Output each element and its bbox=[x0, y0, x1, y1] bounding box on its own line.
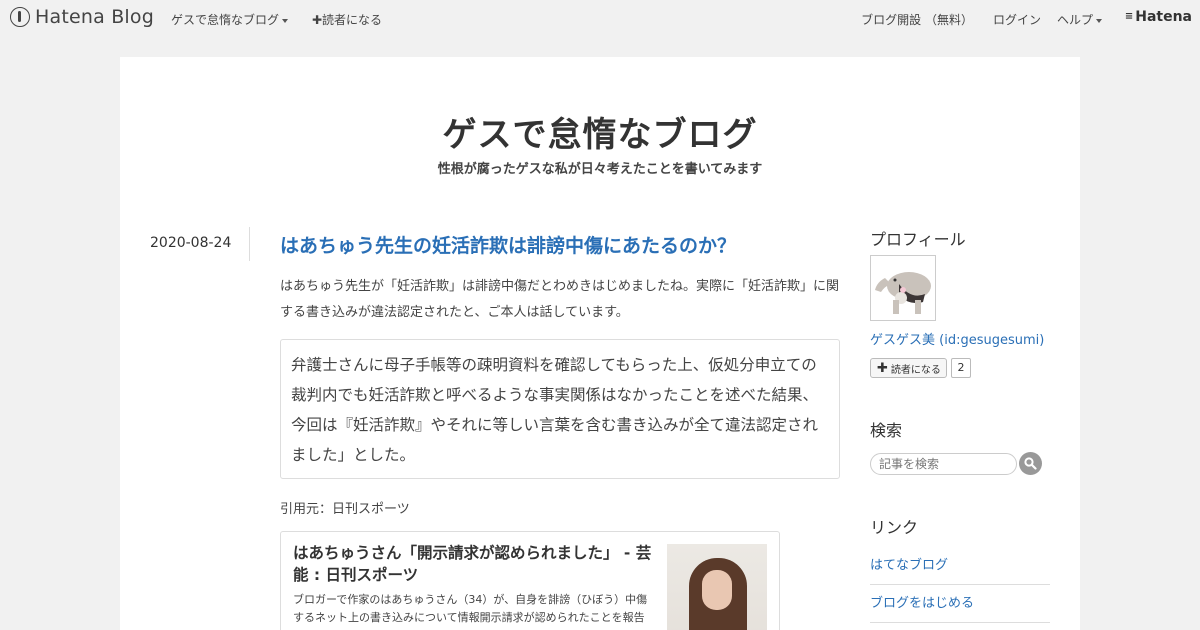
help-dropdown[interactable]: ヘルプ bbox=[1057, 11, 1102, 28]
hatena-mark-icon: ≡ bbox=[1124, 11, 1133, 22]
hatena-brand-link[interactable]: ≡ Hatena bbox=[1125, 9, 1192, 25]
blog-menu-dropdown[interactable]: ゲスで怠惰なブログ bbox=[171, 11, 288, 28]
blog-description: 性根が腐ったゲスな私が日々考えたことを書いてみます bbox=[437, 162, 763, 177]
entry-intro: はあちゅう先生が「妊活詐欺」は誹謗中傷だとわめきはじめましたね。実際に「妊活詐欺… bbox=[280, 279, 840, 320]
embed-description: ブロガーで作家のはあちゅうさん（34）が、自身を誹謗（ひぼう）中傷するネット上の… bbox=[293, 593, 648, 630]
open-blog-link[interactable]: ブログ開設 （無料） bbox=[861, 11, 973, 28]
search-button[interactable] bbox=[1019, 452, 1042, 475]
blog-container: ゲスで怠惰なブログ 性根が腐ったゲスな私が日々考えたことを書いてみます 2020… bbox=[120, 57, 1080, 630]
link-hatena-blog[interactable]: はてなブログ bbox=[870, 554, 1050, 585]
anteater-avatar-icon bbox=[871, 256, 935, 320]
link-start-blog[interactable]: ブログをはじめる bbox=[870, 592, 1050, 623]
logo-text: Hatena Blog bbox=[35, 6, 154, 28]
blog-title[interactable]: ゲスで怠惰なブログ bbox=[120, 107, 1080, 156]
search-icon bbox=[1024, 457, 1037, 470]
plus-icon: ✚ bbox=[877, 360, 888, 376]
hatena-logo-icon bbox=[10, 7, 30, 27]
search-heading: 検索 bbox=[870, 421, 903, 440]
thumbnail-face bbox=[702, 570, 732, 610]
entry-quote: 弁護士さんに母子手帳等の疎明資料を確認してもらった上、仮処分申立ての裁判内でも妊… bbox=[280, 339, 840, 479]
reader-subscribe-button[interactable]: ✚ 読者になる bbox=[870, 358, 947, 378]
quote-source: 引用元：日刊スポーツ bbox=[280, 502, 410, 517]
entry-date[interactable]: 2020-08-24 bbox=[150, 235, 231, 251]
hatena-brand-text: Hatena bbox=[1135, 9, 1192, 25]
embed-title[interactable]: はあちゅうさん「開示請求が認められました」 - 芸能 : 日刊スポーツ bbox=[293, 542, 653, 586]
links-heading: リンク bbox=[870, 518, 919, 537]
reader-count-badge[interactable]: 2 bbox=[951, 358, 971, 378]
reader-button-label: 読者になる bbox=[890, 364, 941, 376]
embed-thumbnail[interactable] bbox=[667, 544, 767, 630]
search-input[interactable] bbox=[870, 453, 1017, 475]
profile-name-link[interactable]: ゲスゲス美 (id:gesugesumi) bbox=[870, 329, 1044, 348]
profile-avatar[interactable] bbox=[870, 255, 936, 321]
login-link[interactable]: ログイン bbox=[993, 11, 1041, 28]
date-divider bbox=[249, 227, 250, 261]
embed-card[interactable]: はあちゅうさん「開示請求が認められました」 - 芸能 : 日刊スポーツ ブロガー… bbox=[280, 531, 780, 630]
entry-title[interactable]: はあちゅう先生の妊活詐欺は誹謗中傷にあたるのか？ bbox=[280, 231, 736, 258]
follow-link[interactable]: ✚読者になる bbox=[312, 11, 382, 28]
profile-heading: プロフィール bbox=[870, 230, 966, 249]
hatena-blog-logo[interactable]: Hatena Blog bbox=[10, 6, 154, 28]
global-header: Hatena Blog ゲスで怠惰なブログ ✚読者になる ブログ開設 （無料） … bbox=[0, 0, 1200, 36]
